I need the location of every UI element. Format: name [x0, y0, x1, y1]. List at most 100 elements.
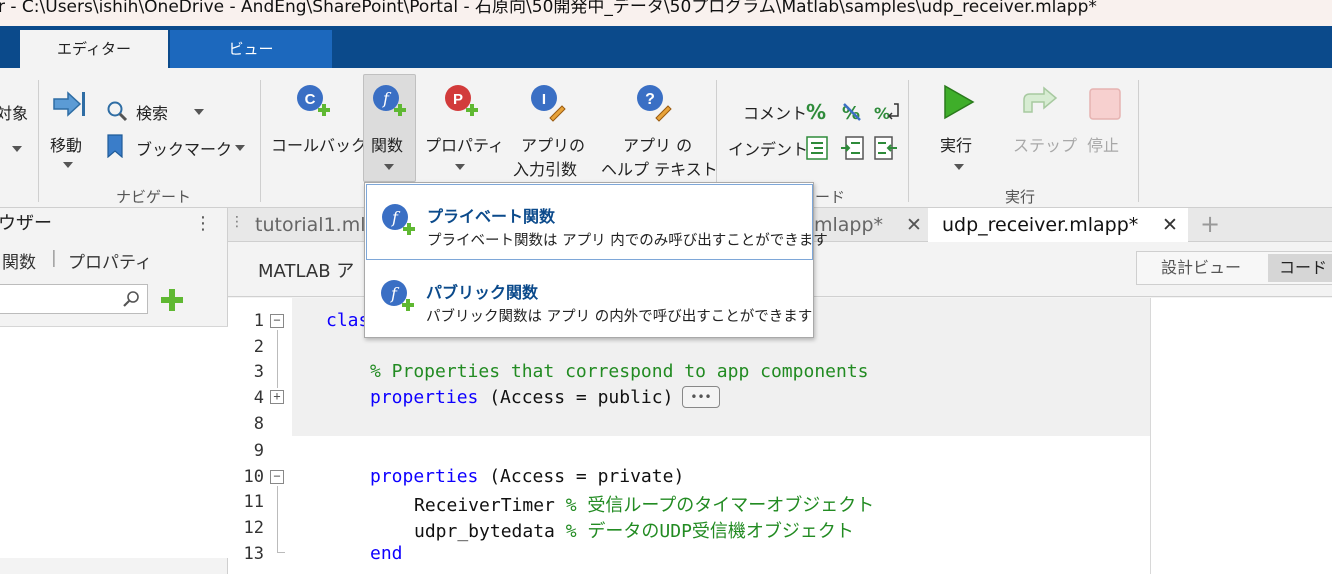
search-icon — [106, 100, 128, 126]
target-label[interactable]: 対象 — [0, 100, 28, 124]
help-edit-icon: ? — [634, 84, 672, 126]
browser-header: ウザー ⋮ — [0, 208, 228, 240]
bookmark-button[interactable]: ブックマーク — [136, 136, 232, 160]
ribbon-tabstrip: エディター ビュー — [0, 26, 1332, 68]
increase-indent-icon[interactable] — [840, 136, 864, 164]
tab-editor[interactable]: エディター — [20, 30, 168, 68]
code-text: ReceiverTimer — [414, 495, 566, 516]
comment-remove-icon[interactable]: % — [840, 100, 864, 128]
app-input-label-2[interactable]: 入力引数 — [513, 156, 577, 180]
code-comment: % 受信ループのタイマーオブジェクト — [565, 495, 875, 516]
line-number: 10 — [243, 467, 264, 487]
code-text: (Access = public) — [478, 387, 674, 408]
new-tab-icon[interactable]: + — [1200, 208, 1220, 240]
code-editor[interactable]: 1 2 3 4 8 9 10 11 12 13 − + − clas % Pro… — [228, 298, 1332, 574]
separator — [260, 80, 261, 202]
line-number: 4 — [253, 388, 264, 408]
tab-separator: | — [51, 248, 57, 268]
property-add-icon: P — [442, 84, 480, 126]
run-caret[interactable] — [954, 164, 964, 170]
browser-list — [0, 326, 228, 558]
svg-text:C: C — [305, 91, 316, 108]
line-number: 13 — [243, 544, 264, 564]
bookmark-icon — [106, 134, 124, 162]
code-line-4: properties (Access = public) — [370, 387, 673, 408]
svg-text:%: % — [874, 104, 890, 123]
search-icon — [123, 290, 141, 312]
doc-tab-mlapp[interactable]: mlapp* ✕ — [814, 208, 928, 242]
run-button[interactable]: 実行 — [940, 132, 972, 156]
keyword: properties — [370, 466, 479, 487]
menu-item-description: パブリック関数は アプリ の内外で呼び出すことができます — [426, 309, 813, 325]
decrease-indent-icon[interactable] — [874, 136, 898, 164]
property-button[interactable]: プロパティ — [425, 132, 504, 156]
add-icon[interactable] — [160, 288, 184, 316]
right-margin-line — [1150, 298, 1151, 574]
code-line-13: end — [370, 543, 403, 564]
line-number: 8 — [253, 414, 264, 434]
app-input-label-1[interactable]: アプリの — [521, 132, 585, 156]
smart-indent-icon[interactable] — [806, 136, 828, 164]
code-view-button[interactable]: コード — [1268, 254, 1332, 282]
svg-text:?: ? — [645, 91, 655, 108]
more-options-icon[interactable]: ⋮ — [194, 208, 212, 240]
view-switch: 設計ビュー コード — [1136, 251, 1332, 285]
app-help-label-1[interactable]: アプリ の — [623, 132, 692, 156]
wrap-comment-icon[interactable]: % — [874, 100, 900, 128]
line-number: 2 — [253, 337, 264, 357]
step-button[interactable]: ステップ — [1013, 132, 1077, 156]
callback-button[interactable]: コールバック — [271, 132, 367, 156]
bookmark-caret[interactable] — [235, 145, 245, 151]
close-icon[interactable]: ✕ — [1162, 208, 1178, 242]
line-number: 11 — [243, 492, 264, 512]
fold-minus-icon[interactable]: − — [270, 470, 284, 484]
play-icon — [942, 84, 976, 124]
callback-add-icon: C — [294, 84, 332, 126]
goto-caret[interactable] — [63, 162, 73, 168]
function-dropdown-menu: f プライベート関数 プライベート関数は アプリ 内でのみ呼び出すことができます… — [364, 182, 828, 338]
stop-icon — [1089, 88, 1121, 124]
tab-properties[interactable]: プロパティ — [68, 248, 152, 273]
code-line-10: properties (Access = private) — [370, 466, 684, 487]
public-function-item[interactable]: f パブリック関数 パブリック関数は アプリ の内外で呼び出すことができます — [366, 261, 813, 337]
find-button[interactable]: 検索 — [136, 100, 168, 124]
app-help-label-2[interactable]: ヘルプ テキスト — [601, 156, 718, 180]
close-icon[interactable]: ✕ — [906, 208, 922, 242]
navigate-group-label: ナビゲート — [116, 188, 192, 206]
app-title: MATLAB ア — [258, 261, 355, 282]
function-caret[interactable] — [384, 164, 394, 170]
line-number: 3 — [253, 362, 264, 382]
keyword: properties — [370, 387, 479, 408]
collapsed-code-button[interactable]: ••• — [682, 386, 720, 408]
fold-minus-icon[interactable]: − — [270, 314, 284, 328]
find-caret[interactable] — [194, 109, 204, 115]
line-number: 1 — [253, 311, 264, 331]
title-bar: r - C:\Users\ishih\OneDrive - AndEng\Sha… — [0, 0, 1332, 26]
browser-search-input[interactable] — [0, 284, 148, 314]
tab-functions[interactable]: 関数 — [2, 248, 36, 273]
menu-item-title: プライベート関数 — [427, 207, 556, 226]
browser-title: ウザー — [0, 213, 52, 234]
code-line-11: ReceiverTimer % 受信ループのタイマーオブジェクト — [414, 491, 874, 517]
fold-line — [277, 330, 278, 388]
code-group-label: ード — [815, 188, 846, 206]
fold-plus-icon[interactable]: + — [270, 390, 284, 404]
property-caret[interactable] — [455, 164, 465, 170]
code-line-12: udpr_bytedata % データのUDP受信機オブジェクト — [414, 517, 854, 543]
indent-label: インデント — [728, 140, 809, 159]
comment-add-icon[interactable]: % — [806, 100, 826, 124]
goto-button[interactable]: 移動 — [50, 132, 82, 156]
private-function-item[interactable]: f プライベート関数 プライベート関数は アプリ 内でのみ呼び出すことができます — [366, 184, 828, 260]
separator — [1138, 80, 1139, 202]
doc-tab-udp-receiver[interactable]: udp_receiver.mlapp* ✕ — [928, 208, 1188, 242]
code-comment: % データのUDP受信機オブジェクト — [565, 521, 854, 542]
stop-button[interactable]: 停止 — [1087, 132, 1119, 156]
menu-item-title: パブリック関数 — [426, 283, 539, 302]
function-button[interactable]: 関数 — [371, 132, 403, 156]
window-title: r - C:\Users\ishih\OneDrive - AndEng\Sha… — [0, 0, 1097, 17]
code-text: udpr_bytedata — [414, 521, 566, 542]
tab-view[interactable]: ビュー — [170, 30, 332, 68]
doc-tab-label: udp_receiver.mlapp* — [942, 214, 1139, 236]
target-caret[interactable] — [12, 146, 22, 152]
design-view-button[interactable]: 設計ビュー — [1137, 252, 1265, 284]
